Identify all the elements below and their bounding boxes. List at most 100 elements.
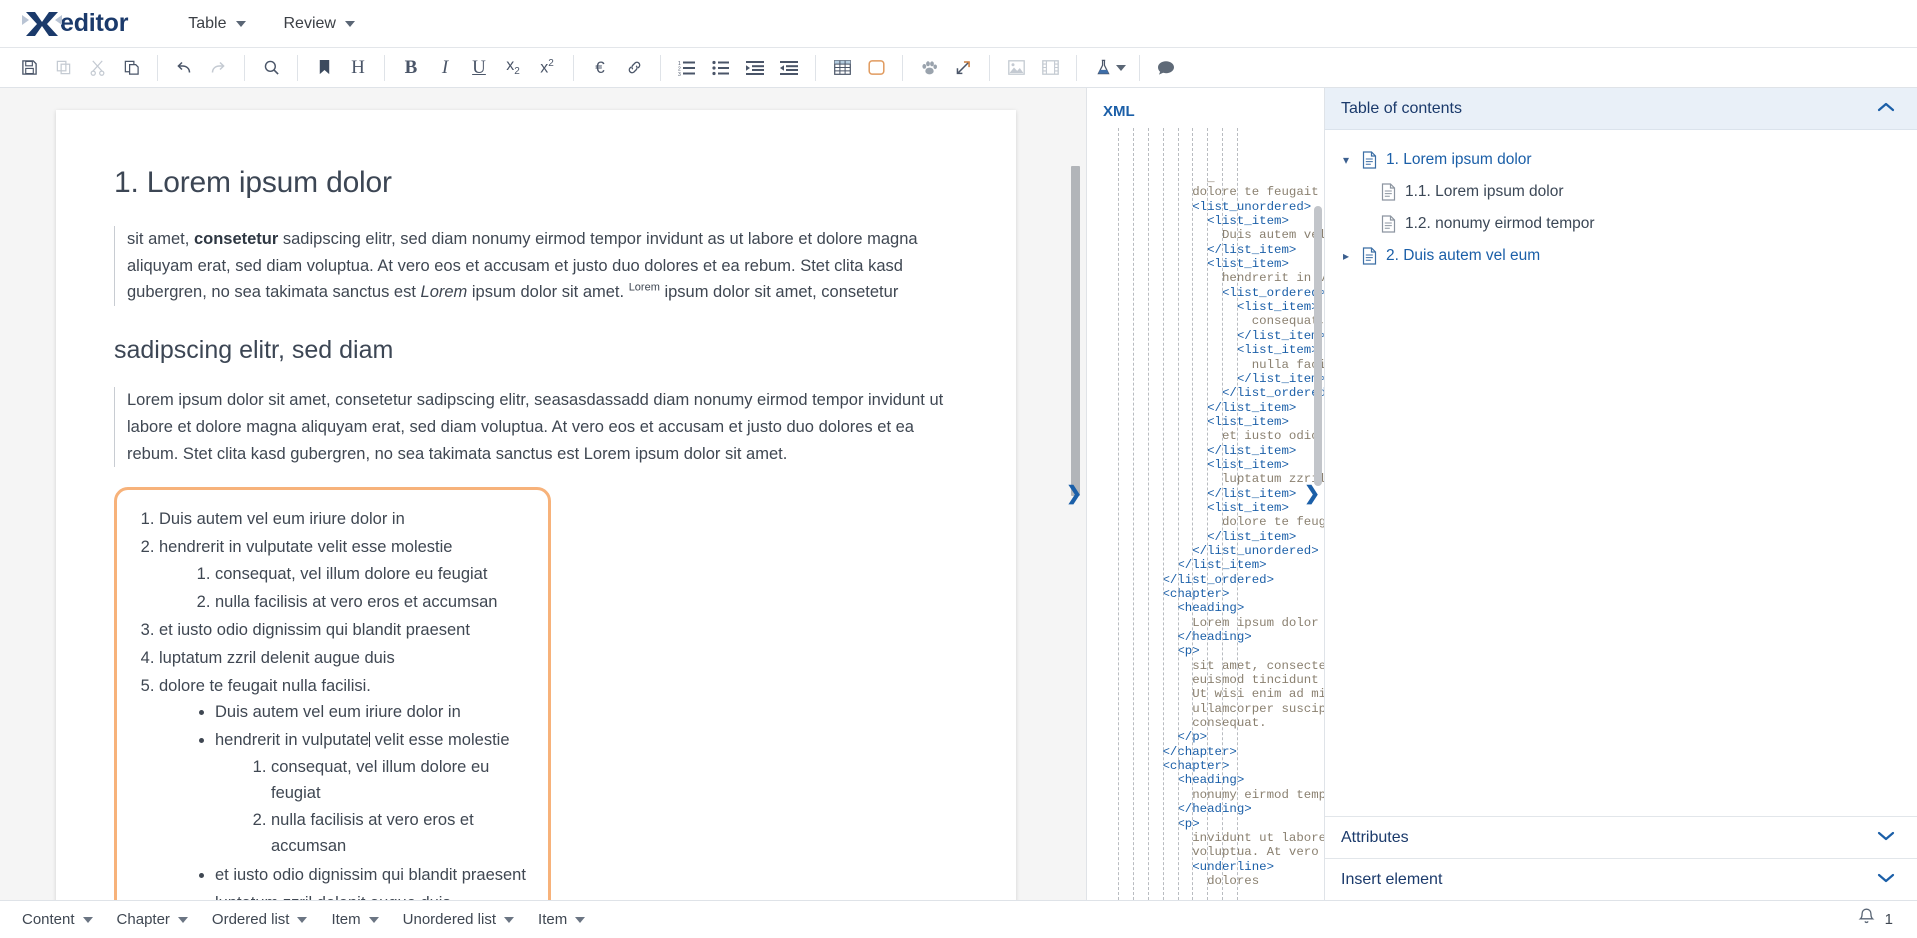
ordered-list-level-2[interactable]: consequat, vel illum dolore eu feugiat n… xyxy=(159,561,530,616)
breadcrumb-ordered-list[interactable]: Ordered list xyxy=(200,907,320,932)
redo-icon[interactable] xyxy=(201,53,235,83)
menu-item-table[interactable]: Table xyxy=(176,9,257,39)
xml-line[interactable]: </heading> xyxy=(1103,630,1324,644)
editor-pane-collapse-handle[interactable]: ❯ xyxy=(1066,483,1082,506)
xml-line[interactable]: Ut wisi enim ad minim veniam, quis nostr… xyxy=(1103,687,1324,701)
xml-line[interactable]: </heading> xyxy=(1103,802,1324,816)
document-page[interactable]: 1. Lorem ipsum dolor sit amet, consetetu… xyxy=(56,110,1016,900)
document-paragraph-2[interactable]: Lorem ipsum dolor sit amet, consetetur s… xyxy=(114,387,958,468)
list-item[interactable]: luptatum zzril delenit augue duis xyxy=(215,890,530,900)
menu-item-review[interactable]: Review xyxy=(272,9,367,39)
highlight-flask-icon[interactable] xyxy=(1086,53,1120,83)
xml-line[interactable]: nonumy eirmod tempor xyxy=(1103,788,1324,802)
xml-line[interactable]: <list_unordered> xyxy=(1103,200,1324,214)
xml-line[interactable]: </list_ordered> xyxy=(1103,573,1324,587)
xml-line[interactable]: </list_unordered> xyxy=(1103,544,1324,558)
cut-icon[interactable] xyxy=(80,53,114,83)
xml-line[interactable]: <chapter> xyxy=(1103,587,1324,601)
xml-line[interactable]: </list_item> xyxy=(1103,329,1324,343)
xml-line[interactable]: <list_item> xyxy=(1103,501,1324,515)
chevron-down-icon[interactable] xyxy=(1116,64,1126,71)
breadcrumb-unordered-list[interactable]: Unordered list xyxy=(391,907,526,932)
editor-pane[interactable]: 1. Lorem ipsum dolor sit amet, consetetu… xyxy=(0,88,1086,900)
copy-icon[interactable] xyxy=(46,53,80,83)
insert-element-panel-header[interactable]: Insert element xyxy=(1325,858,1917,900)
xml-line[interactable]: </list_ordered> xyxy=(1103,386,1324,400)
attributes-panel-header[interactable]: Attributes xyxy=(1325,816,1917,858)
xml-line[interactable]: </chapter> xyxy=(1103,745,1324,759)
toc-item-1-2[interactable]: 1.2. nonumy eirmod tempor xyxy=(1325,208,1917,240)
chevron-down-icon[interactable] xyxy=(1877,830,1895,845)
xml-line[interactable]: euismod tincidunt ut laoreet dolore magn… xyxy=(1103,673,1324,687)
list-item[interactable]: hendrerit in vulputate velit esse molest… xyxy=(159,534,530,617)
list-item[interactable]: consequat, vel illum dolore eu feugiat xyxy=(271,754,530,807)
list-item[interactable]: nulla facilisis at vero eros et accumsan xyxy=(271,807,530,860)
footnote-paw-icon[interactable] xyxy=(912,53,946,83)
list-item[interactable]: hendrerit in vulputate velit esse molest… xyxy=(215,727,530,862)
xml-line[interactable]: <list_item> xyxy=(1103,458,1324,472)
xml-line[interactable]: voluptua. At vero eos et accusam et just… xyxy=(1103,845,1324,859)
underline-icon[interactable]: U xyxy=(462,53,496,83)
xml-line[interactable]: _ xyxy=(1103,171,1324,185)
xml-line[interactable]: </list_item> xyxy=(1103,444,1324,458)
italic-icon[interactable]: I xyxy=(428,53,462,83)
xml-line[interactable]: luptatum zzril delenit augue duis xyxy=(1103,472,1324,486)
xml-line[interactable]: </list_item> xyxy=(1103,558,1324,572)
xml-line[interactable]: </list_item> xyxy=(1103,487,1324,501)
list-item[interactable]: nulla facilisis at vero eros et accumsan xyxy=(215,589,530,617)
paste-icon[interactable] xyxy=(114,53,148,83)
box-icon[interactable] xyxy=(859,53,893,83)
list-item[interactable]: luptatum zzril delenit augue duis xyxy=(159,645,530,673)
xml-line[interactable]: </list_item> xyxy=(1103,243,1324,257)
xml-line[interactable]: Lorem ipsum dolor xyxy=(1103,616,1324,630)
xml-line[interactable]: Duis autem vel eum iriure dolor in xyxy=(1103,228,1324,242)
xml-code-area[interactable]: _ dolore te feugait nulla facilisi. <lis… xyxy=(1087,128,1324,900)
superscript-icon[interactable]: x2 xyxy=(530,53,564,83)
special-character-icon[interactable]: € xyxy=(583,53,617,83)
list-item[interactable]: et iusto odio dignissim qui blandit prae… xyxy=(215,862,530,890)
toc-panel-header[interactable]: Table of contents xyxy=(1325,88,1917,130)
toc-item-2[interactable]: ▸ 2. Duis autem vel eum xyxy=(1325,240,1917,272)
toc-item-1-1[interactable]: 1.1. Lorem ipsum dolor xyxy=(1325,176,1917,208)
xml-line[interactable]: sit amet, consectetuer adipiscing elit, … xyxy=(1103,659,1324,673)
xml-line[interactable]: dolores xyxy=(1103,874,1324,888)
chevron-up-icon[interactable] xyxy=(1877,101,1895,116)
fullscreen-icon[interactable] xyxy=(946,53,980,83)
breadcrumb-chapter[interactable]: Chapter xyxy=(105,907,200,932)
xml-line[interactable]: </list_item> xyxy=(1103,401,1324,415)
xml-line[interactable]: ullamcorper suscipit lobortis nisl ut al… xyxy=(1103,702,1324,716)
link-icon[interactable] xyxy=(617,53,651,83)
xml-line[interactable]: <underline> xyxy=(1103,860,1324,874)
list-item[interactable]: et iusto odio dignissim qui blandit prae… xyxy=(159,617,530,645)
ordered-list-level-1[interactable]: Duis autem vel eum iriure dolor in hendr… xyxy=(127,506,530,900)
xml-line[interactable]: <p> xyxy=(1103,644,1324,658)
unordered-list-icon[interactable] xyxy=(704,53,738,83)
toc-item-1[interactable]: ▾ 1. Lorem ipsum dolor xyxy=(1325,144,1917,176)
highlighted-list-box[interactable]: Duis autem vel eum iriure dolor in hendr… xyxy=(114,487,551,900)
image-icon[interactable] xyxy=(999,53,1033,83)
save-icon[interactable] xyxy=(12,53,46,83)
xml-line[interactable]: <list_item> xyxy=(1103,415,1324,429)
editor-scrollbar-thumb[interactable] xyxy=(1071,166,1080,496)
comment-icon[interactable] xyxy=(1149,53,1183,83)
xml-line[interactable]: <heading> xyxy=(1103,773,1324,787)
xml-line[interactable]: hendrerit in vulputate| velit esse moles… xyxy=(1103,271,1324,285)
xml-line[interactable]: <list_ordered> xyxy=(1103,286,1324,300)
xml-line[interactable]: et iusto odio dignissim qui blandit prae… xyxy=(1103,429,1324,443)
indent-icon[interactable] xyxy=(738,53,772,83)
xml-line[interactable]: consequat. xyxy=(1103,716,1324,730)
chevron-down-icon[interactable] xyxy=(1877,872,1895,887)
chevron-down-icon[interactable]: ▾ xyxy=(1339,153,1353,167)
list-item[interactable]: Duis autem vel eum iriure dolor in xyxy=(215,699,530,727)
xml-line[interactable]: <list_item> xyxy=(1103,300,1324,314)
xml-pane-collapse-handle[interactable]: ❯ xyxy=(1304,483,1320,506)
xml-line[interactable]: dolore te feugait nulla facilisi. xyxy=(1103,515,1324,529)
xml-line[interactable]: consequat, vel illum dolore eu feugiat xyxy=(1103,314,1324,328)
xml-scrollbar-thumb[interactable] xyxy=(1314,206,1322,486)
subscript-icon[interactable]: x2 xyxy=(496,53,530,83)
breadcrumb-content[interactable]: Content xyxy=(10,907,105,932)
chevron-right-icon[interactable]: ▸ xyxy=(1339,249,1353,263)
list-item[interactable]: consequat, vel illum dolore eu feugiat xyxy=(215,561,530,589)
xml-source-pane[interactable]: XML _ dolore te feugait nulla facilisi. … xyxy=(1086,88,1324,900)
xml-line[interactable]: invidunt ut labore et dolore magna aliqu… xyxy=(1103,831,1324,845)
